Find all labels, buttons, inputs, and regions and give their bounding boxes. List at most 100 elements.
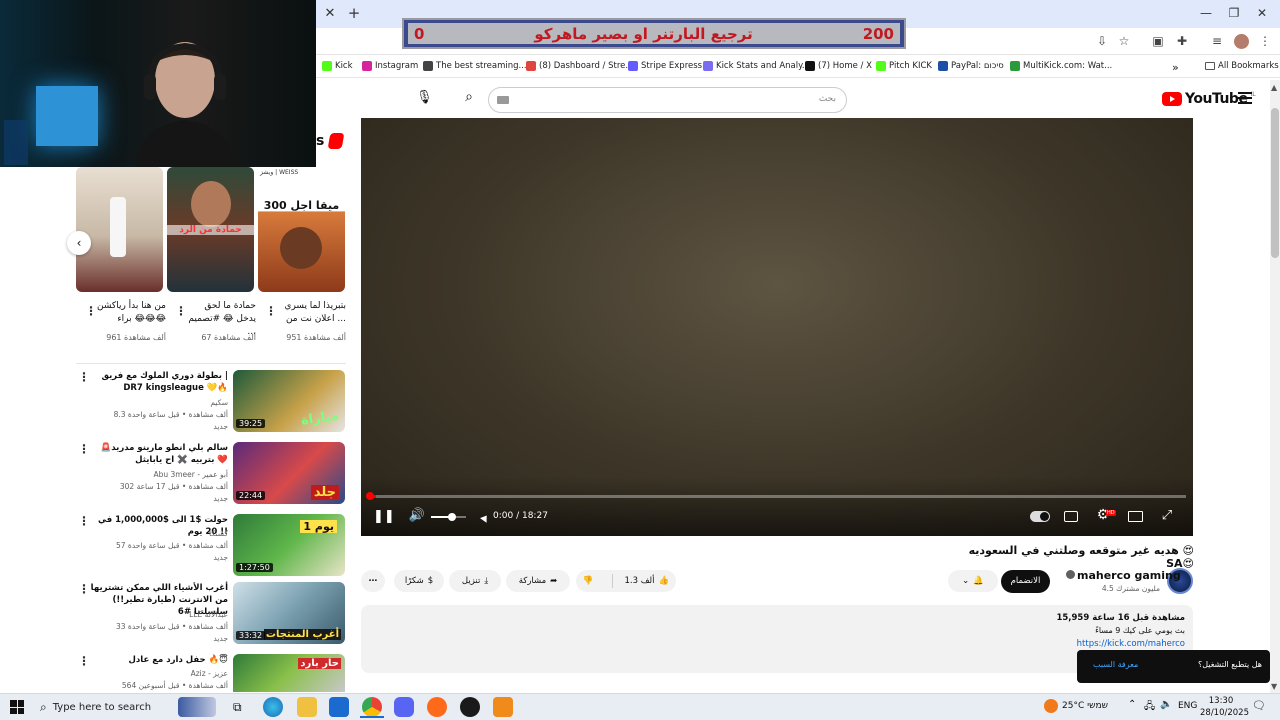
maximize-icon[interactable]: ❐ [1224, 6, 1244, 22]
scrollbar-thumb[interactable] [1271, 108, 1279, 258]
bookmark-item[interactable]: (7) Home / X [805, 61, 872, 71]
bookmark-item[interactable]: MultiKick.com: Wat... [1010, 61, 1112, 71]
close-tab-icon[interactable]: ✕ [322, 6, 338, 22]
chrome-app-icon[interactable] [362, 697, 382, 717]
description-link[interactable]: https://kick.com/maherco [1077, 639, 1185, 649]
network-icon[interactable]: 🖧 [1144, 699, 1155, 716]
window-close-icon[interactable]: ✕ [1252, 6, 1272, 22]
rec-more-icon[interactable]: ⋮ [78, 370, 90, 384]
rec-channel[interactable]: LLE عبدالاله [84, 609, 228, 620]
fullscreen-icon[interactable]: ⤢ [1159, 508, 1175, 523]
search-input[interactable]: بحث [488, 87, 847, 113]
speaker-icon[interactable]: 🔈 [1160, 699, 1172, 710]
rec-more-icon[interactable]: ⋮ [78, 442, 90, 456]
join-button[interactable]: الانضمام [1001, 570, 1050, 593]
bookmark-star-icon[interactable]: ☆ [1116, 33, 1132, 49]
short-more-icon[interactable]: ⋮ [265, 304, 277, 318]
bookmark-item[interactable]: Pitch KICK [876, 61, 932, 71]
volume-knob[interactable] [448, 513, 456, 521]
edge-app-icon[interactable] [263, 697, 283, 717]
like-count[interactable]: 1.3 ألف [625, 576, 655, 586]
rec-thumbnail[interactable]: أغرب المنتجات 33:32 [233, 582, 345, 644]
rec-more-icon[interactable]: ⋮ [78, 514, 90, 528]
language-indicator[interactable]: ENG [1178, 701, 1197, 711]
rec-title[interactable]: 🚨سالم بلي انطو مارينو مدريد بتربيه ✖️ اح… [84, 442, 228, 466]
short-thumbnail[interactable]: حمادة من الرد [167, 167, 254, 292]
short-title[interactable]: من هنا بدأ رياكشن براء 😂😂😂 [92, 300, 166, 326]
short-more-icon[interactable]: ⋮ [175, 304, 187, 318]
like-icon[interactable]: 👍 [659, 576, 670, 586]
new-tab-button[interactable]: + [346, 5, 362, 21]
profile-avatar[interactable] [1234, 34, 1249, 49]
weather-icon[interactable] [1044, 699, 1058, 713]
progress-scrubber[interactable] [366, 492, 374, 500]
streaming-app-icon[interactable] [427, 697, 447, 717]
task-view-icon[interactable]: ⧉ [233, 700, 242, 715]
scroll-up-icon[interactable]: ▲ [1271, 83, 1277, 92]
thanks-button[interactable]: شكرًا $ [394, 570, 444, 592]
rec-more-icon[interactable]: ⋮ [78, 654, 90, 668]
subtitles-icon[interactable] [1064, 511, 1078, 522]
bookmarks-overflow-button[interactable]: » [1172, 61, 1179, 74]
hamburger-menu-icon[interactable] [1238, 92, 1252, 104]
rec-more-icon[interactable]: ⋮ [78, 582, 90, 596]
shorts-prev-arrow-icon[interactable]: ‹ [67, 231, 91, 255]
more-actions-icon[interactable]: ⋯ [361, 570, 385, 592]
shorts-logo-icon[interactable] [327, 133, 345, 149]
pause-icon[interactable]: ❚❚ [373, 509, 395, 524]
short-thumbnail[interactable] [76, 167, 163, 292]
rec-thumbnail[interactable]: يوم 1 1:27:50 [233, 514, 345, 576]
description-box[interactable]: 15,959 مشاهدة قبل 16 ساعة بث يومي على كي… [361, 605, 1193, 673]
bookmark-item[interactable]: PayPal: סיכום [938, 61, 1004, 71]
short-more-icon[interactable]: ⋮ [85, 304, 97, 318]
search-icon[interactable]: ⌕ [458, 89, 480, 109]
bookmark-item[interactable]: Kick [322, 61, 353, 71]
video-player[interactable] [361, 118, 1193, 536]
extension-icon[interactable]: ▣ [1150, 33, 1166, 49]
bookmark-item[interactable]: Kick Stats and Analy... [703, 61, 810, 71]
mail-app-icon[interactable] [329, 697, 349, 717]
progress-bar[interactable] [368, 495, 1186, 498]
short-thumbnail[interactable]: ويشز | WEISS 300 ميقا اجل [258, 167, 345, 292]
subscribe-bell-button[interactable]: ⌄ 🔔 [948, 570, 998, 592]
microphone-icon[interactable]: 🎙 [416, 90, 433, 108]
notifications-icon[interactable]: 🗨 [1252, 699, 1266, 712]
file-explorer-icon[interactable] [297, 697, 317, 717]
dislike-icon[interactable]: 👎 [583, 576, 594, 586]
bookmark-item[interactable]: (8) Dashboard / Stre... [526, 61, 634, 71]
obs-app-icon[interactable] [460, 697, 480, 717]
keyboard-icon[interactable] [497, 96, 509, 104]
puzzle-icon[interactable]: ✚ [1174, 33, 1190, 49]
bookmark-item[interactable]: Stripe Express [628, 61, 702, 71]
rec-channel[interactable]: كسنكا [84, 528, 228, 539]
chrome-menu-icon[interactable]: ⋮ [1257, 33, 1273, 49]
all-bookmarks-button[interactable]: All Bookmarks [1205, 61, 1279, 71]
download-button[interactable]: تنزيل ⤓ [449, 570, 501, 592]
rec-thumbnail[interactable]: مباراة 39:25 [233, 370, 345, 432]
short-title[interactable]: بتبريذا لما يسري اعلان نت من ... [272, 300, 346, 326]
clock[interactable]: 13:30 28/10/2025 [1200, 695, 1249, 719]
scroll-down-icon[interactable]: ▼ [1271, 682, 1277, 691]
install-app-icon[interactable]: ⇩ [1094, 33, 1110, 49]
rec-channel[interactable]: Abu 3meer - أبو عمير [84, 469, 228, 480]
channel-name-row[interactable]: maherco gaming [1066, 569, 1181, 582]
rec-channel[interactable]: سكيم [84, 397, 228, 408]
media-control-icon[interactable]: ≡ [1209, 33, 1225, 49]
bookmark-item[interactable]: Instagram [362, 61, 418, 71]
windows-start-icon[interactable] [10, 700, 24, 714]
discord-app-icon[interactable] [394, 697, 414, 717]
toast-action-link[interactable]: معرفة السبب [1093, 660, 1138, 669]
bookmark-item[interactable]: The best streaming... [423, 61, 527, 71]
rec-channel[interactable]: Aziz - عزيز [84, 668, 228, 679]
rec-title[interactable]: بطولة دوري الملوك مع فريق | DR7 kingslea… [84, 370, 228, 394]
share-button[interactable]: مشاركة ➦ [506, 570, 570, 592]
weather-text[interactable]: 25°C שמשי [1062, 701, 1108, 711]
rec-thumbnail[interactable]: حار بارد [233, 654, 345, 692]
theater-mode-icon[interactable] [1128, 511, 1143, 522]
minimize-icon[interactable]: — [1196, 6, 1216, 22]
app-icon-orange[interactable] [493, 697, 513, 717]
autoplay-toggle[interactable] [1030, 511, 1050, 522]
tray-chevron-icon[interactable]: ⌃ [1128, 699, 1136, 710]
rec-thumbnail[interactable]: جلد 22:44 [233, 442, 345, 504]
volume-icon[interactable]: 🔊 [407, 508, 427, 523]
